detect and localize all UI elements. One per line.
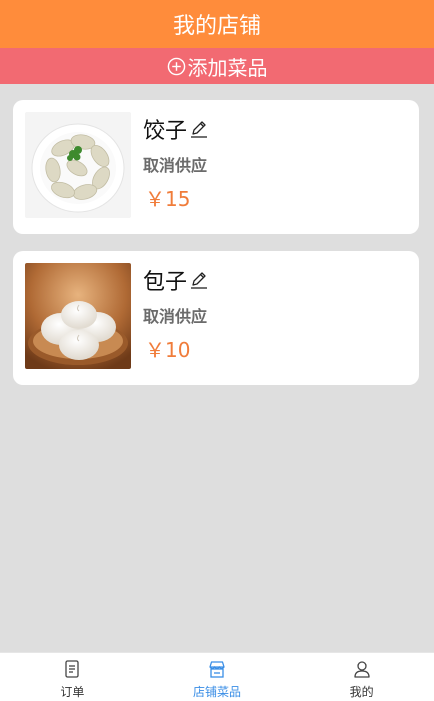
dish-name-row: 饺子 <box>143 113 209 145</box>
tab-label: 订单 <box>60 685 85 699</box>
cancel-supply-button[interactable]: 取消供应 <box>143 152 207 176</box>
bottom-tab-bar: 订单 店铺菜品 我的 <box>0 652 434 701</box>
dish-name-row: 包子 <box>143 264 209 296</box>
dish-image-steamed-buns <box>25 263 131 369</box>
cancel-supply-button[interactable]: 取消供应 <box>143 303 207 327</box>
tab-label: 我的 <box>349 685 374 699</box>
dish-name: 包子 <box>143 270 188 295</box>
plus-circle-icon <box>167 57 185 75</box>
tab-orders[interactable]: 订单 <box>0 653 145 701</box>
user-icon <box>354 661 370 678</box>
dish-name: 饺子 <box>143 119 188 144</box>
document-icon <box>65 660 79 678</box>
tab-me[interactable]: 我的 <box>289 653 434 701</box>
add-dish-label: 添加菜品 <box>187 55 268 80</box>
dish-card: 饺子 取消供应 ￥15 <box>13 100 419 234</box>
edit-pencil-icon[interactable] <box>189 270 209 290</box>
add-dish-button[interactable]: 添加菜品 <box>0 48 434 84</box>
page-title: 我的店铺 <box>172 14 261 39</box>
shop-icon <box>209 661 225 678</box>
tab-label: 店铺菜品 <box>193 685 242 699</box>
dish-price: ￥10 <box>145 338 191 362</box>
dish-list: 饺子 取消供应 ￥15 包子 取消供应 ￥10 <box>13 100 419 402</box>
page-header: 我的店铺 <box>0 0 434 48</box>
edit-pencil-icon[interactable] <box>189 119 209 139</box>
dish-image-dumplings <box>25 112 131 218</box>
dish-card: 包子 取消供应 ￥10 <box>13 251 419 385</box>
tab-shop-dishes[interactable]: 店铺菜品 <box>145 653 290 701</box>
dish-price: ￥15 <box>145 187 191 211</box>
